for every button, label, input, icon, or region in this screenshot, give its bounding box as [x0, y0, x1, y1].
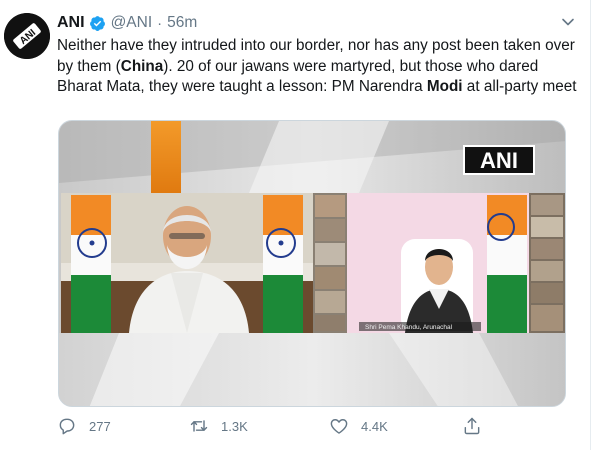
reply-count: 277: [89, 418, 111, 434]
author-display-name[interactable]: ANI: [57, 14, 85, 32]
reply-icon: [57, 416, 77, 436]
author-avatar[interactable]: ANI: [4, 13, 50, 59]
like-count: 4.4K: [361, 418, 388, 434]
verified-badge-icon: [89, 15, 106, 32]
retweet-button[interactable]: 1.3K: [189, 414, 248, 438]
reply-button[interactable]: 277: [57, 414, 111, 438]
media-watermark: ANI: [480, 148, 518, 173]
ani-logo-icon: ANI: [4, 13, 50, 59]
tweet-header: ANI @ANI · 56m: [57, 12, 197, 34]
like-button[interactable]: 4.4K: [329, 414, 388, 438]
tweet-text-bold: China: [120, 57, 164, 75]
tweet-text-bold: Modi: [426, 78, 463, 95]
share-button[interactable]: [462, 414, 482, 438]
retweet-icon: [189, 416, 209, 436]
chevron-down-icon[interactable]: [560, 14, 576, 30]
media-caption-strip: Shri Pema Khandu, Arunachal: [365, 324, 453, 331]
video-conference-frame: Shri Pema Khandu, Arunachal ANI: [59, 121, 565, 406]
retweet-count: 1.3K: [221, 418, 248, 434]
tweet-media-image[interactable]: Shri Pema Khandu, Arunachal ANI: [58, 120, 566, 407]
tweet-text-part: at all-party meet: [462, 78, 577, 95]
tweet-timestamp[interactable]: 56m: [167, 14, 197, 32]
tweet-action-bar: 277 1.3K 4.4K: [57, 414, 497, 438]
meta-separator: ·: [157, 14, 163, 32]
author-handle[interactable]: @ANI: [111, 14, 153, 32]
tweet-card[interactable]: ANI ANI @ANI · 56m Neither have they int…: [0, 0, 591, 450]
heart-icon: [329, 416, 349, 436]
tweet-text: Neither have they intruded into our bord…: [57, 36, 577, 98]
share-icon: [462, 416, 482, 436]
